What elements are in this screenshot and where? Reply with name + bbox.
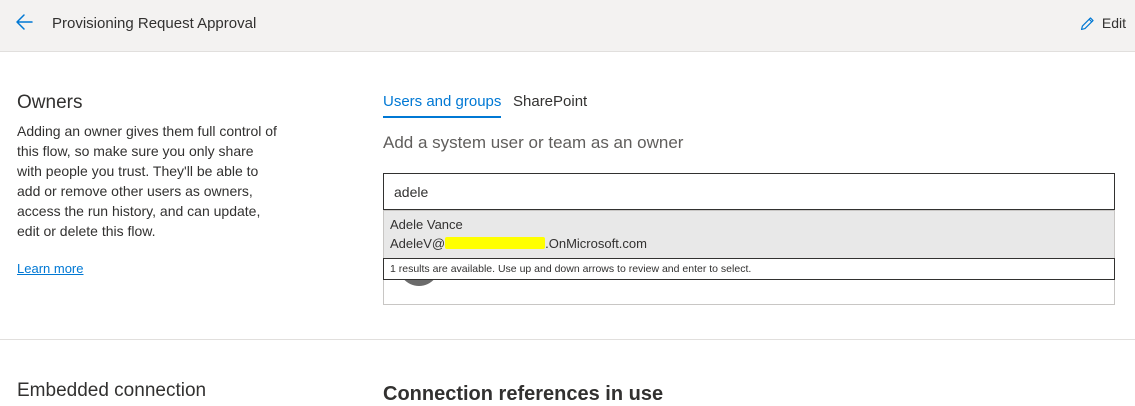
edit-button[interactable]: Edit — [1079, 13, 1126, 33]
email-suffix: .OnMicrosoft.com — [545, 236, 647, 251]
owner-search-input[interactable] — [383, 173, 1115, 210]
back-button[interactable] — [13, 10, 37, 34]
suggestion-name: Adele Vance — [390, 217, 463, 232]
edit-label: Edit — [1101, 15, 1126, 31]
tab-users-and-groups[interactable]: Users and groups — [383, 93, 502, 118]
email-prefix: AdeleV@ — [390, 236, 446, 251]
arrow-left-icon — [16, 14, 33, 30]
section-divider — [0, 339, 1135, 340]
tab-sharepoint[interactable]: SharePoint — [513, 93, 587, 116]
top-bar: Provisioning Request Approval Edit — [0, 0, 1135, 52]
page-title: Provisioning Request Approval — [52, 15, 257, 32]
suggestion-item[interactable]: Adele Vance AdeleV@ .OnMicrosoft.com — [383, 210, 1115, 259]
owners-description: Adding an owner gives them full control … — [17, 123, 277, 239]
embedded-connection-title: Embedded connection — [17, 380, 207, 401]
suggestion-email: AdeleV@ .OnMicrosoft.com — [390, 236, 647, 251]
connection-references-title: Connection references in use — [383, 383, 664, 405]
results-status: 1 results are available. Use up and down… — [383, 258, 1115, 280]
owner-hint-text: Add a system user or team as an owner — [383, 133, 684, 152]
pencil-icon — [1080, 16, 1094, 30]
redaction-mark — [445, 237, 546, 249]
learn-more-link[interactable]: Learn more — [17, 261, 83, 276]
owners-title: Owners — [17, 92, 83, 113]
